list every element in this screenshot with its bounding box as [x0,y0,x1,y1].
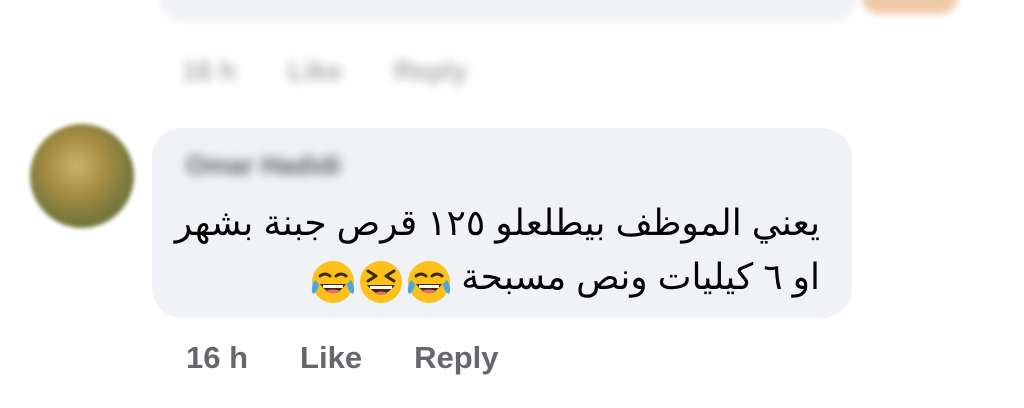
comment-author-name[interactable]: Omar Hadidi [186,150,341,181]
previous-comment-reactions[interactable] [862,0,958,14]
avatar[interactable] [30,124,134,228]
comment-text: يعني الموظف بيطلعلو ١٢٥ قرص جبنة بشهر او… [174,196,820,306]
comment-actions: 16 h Like Reply [186,340,498,376]
previous-comment-reply-button[interactable]: Reply [394,56,468,87]
face-with-tears-of-joy-icon [408,260,451,303]
comment-timestamp[interactable]: 16 h [186,340,248,376]
emoji-group [309,252,453,306]
previous-comment-actions: 16 h Like Reply [182,56,520,87]
comment-text-line-2-row: او ٦ كيليات ونص مسبحة [180,250,820,306]
previous-comment-bubble [158,0,858,22]
face-with-tears-of-joy-icon [312,260,355,303]
grinning-squinting-face-icon [360,260,403,303]
reply-button[interactable]: Reply [414,340,498,376]
comment-thread: 16 h Like Reply Omar Hadidi يعني الموظف … [0,0,1024,408]
previous-comment-time: 16 h [182,56,237,86]
comment-text-line-2: او ٦ كيليات ونص مسبحة [461,256,820,297]
comment-text-line-1: يعني الموظف بيطلعلو ١٢٥ قرص جبنة بشهر [174,202,820,243]
like-button[interactable]: Like [300,340,362,376]
previous-comment-like-button[interactable]: Like [288,56,342,87]
